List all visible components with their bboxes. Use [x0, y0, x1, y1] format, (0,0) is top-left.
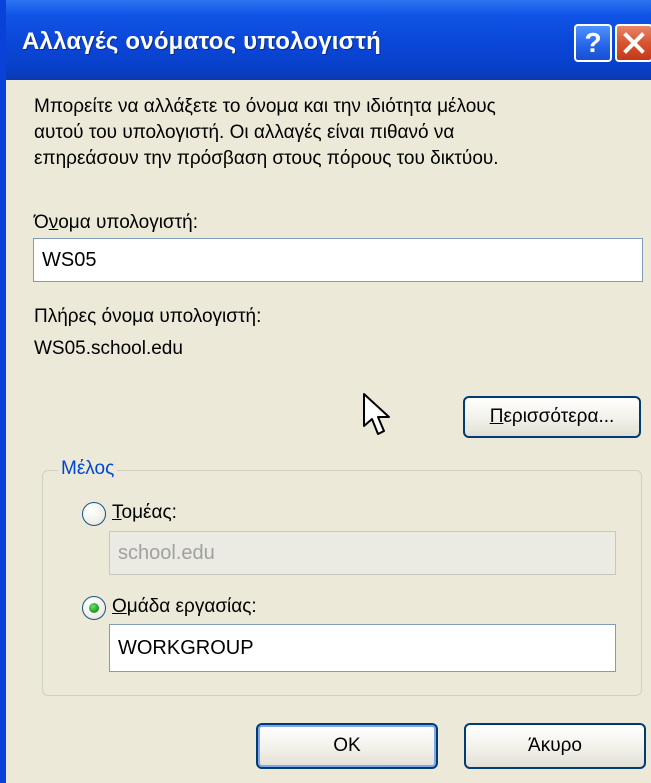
- help-icon: ?: [584, 27, 602, 58]
- more-button[interactable]: Περισσότερα...: [463, 396, 641, 438]
- window-title: Αλλαγές ονόματος υπολογιστή: [22, 28, 382, 55]
- workgroup-value: WORKGROUP: [118, 636, 254, 659]
- domain-label: Τομέας:: [112, 502, 177, 523]
- cancel-button-label: Άκυρο: [528, 735, 582, 756]
- ok-button[interactable]: OK: [256, 723, 438, 769]
- cancel-button[interactable]: Άκυρο: [464, 723, 646, 769]
- workgroup-radio[interactable]: [82, 596, 106, 620]
- full-name-label: Πλήρες όνομα υπολογιστή:: [34, 306, 262, 327]
- computer-name-value: WS05: [42, 248, 97, 271]
- full-name-value: WS05.school.edu: [34, 338, 183, 359]
- close-x-icon: [623, 32, 645, 54]
- member-of-legend: Μέλος: [58, 458, 118, 480]
- close-button[interactable]: [615, 24, 651, 62]
- ok-button-label: OK: [333, 735, 361, 756]
- help-button[interactable]: ?: [574, 24, 612, 62]
- computer-name-input[interactable]: WS05: [33, 238, 643, 282]
- radio-selected-dot: [89, 603, 99, 613]
- more-button-label: Περισσότερα...: [489, 406, 615, 427]
- domain-value: school.edu: [118, 541, 215, 564]
- intro-line-1: Μπορείτε να αλλάξετε το όνομα και την ιδ…: [34, 96, 496, 117]
- mouse-cursor-icon: [363, 393, 390, 435]
- computer-name-label: Όνομα υπολογιστή:: [34, 212, 199, 233]
- intro-line-3: επηρεάσουν την πρόσβαση στους πόρους του…: [34, 148, 499, 169]
- domain-radio[interactable]: [82, 502, 106, 526]
- workgroup-input[interactable]: WORKGROUP: [109, 624, 616, 672]
- title-bar[interactable]: Αλλαγές ονόματος υπολογιστή ?: [6, 0, 651, 80]
- intro-line-2: αυτού του υπολογιστή. Οι αλλαγές είναι π…: [34, 122, 455, 143]
- dialog-window: Αλλαγές ονόματος υπολογιστή ? Μπορείτε ν…: [0, 0, 651, 783]
- workgroup-label: Ομάδα εργασίας:: [112, 596, 257, 617]
- domain-input[interactable]: school.edu: [109, 531, 616, 575]
- dialog-body: Μπορείτε να αλλάξετε το όνομα και την ιδ…: [12, 80, 651, 783]
